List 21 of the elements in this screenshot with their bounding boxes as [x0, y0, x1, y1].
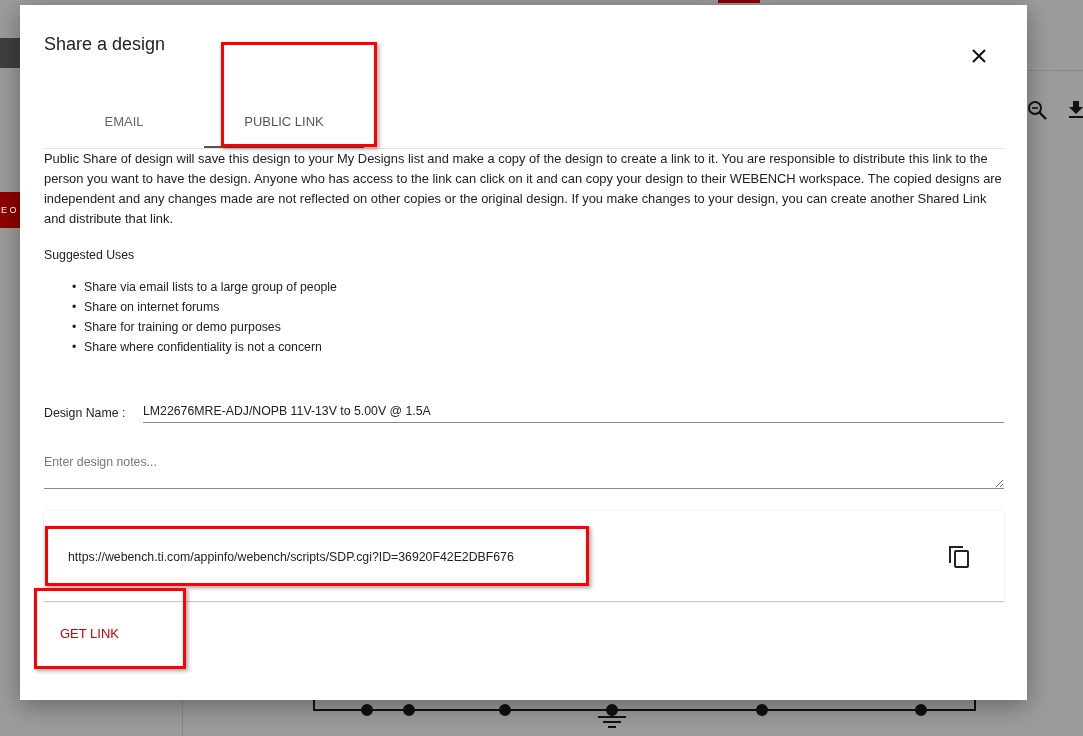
bullet: • [72, 278, 78, 296]
section-heading: Suggested Uses [44, 246, 136, 264]
tab[interactable]: PUBLIC LINK [204, 98, 364, 148]
list-item: Share on internet forums [84, 298, 220, 316]
zoom-out-icon[interactable] [1027, 100, 1049, 122]
list-item: Share where confidentiality is not a concern [84, 338, 322, 356]
field-label: Design Name : [44, 404, 127, 422]
link-url[interactable]: https://webench.ti.com/appinfo/webench/scripts/SDP.cgi?ID=36920F42E2DBF676 [68, 549, 514, 564]
download-icon[interactable] [1068, 100, 1083, 120]
copy-icon[interactable] [948, 543, 970, 568]
tab-indicator [718, 0, 760, 3]
bullet: • [72, 318, 78, 336]
list-item: Share via email lists to a large group of people [84, 278, 337, 296]
dialog-title: Share a design [44, 33, 166, 56]
list-item: Share for training or demo purposes [84, 318, 281, 336]
bullet: • [72, 298, 78, 316]
description-text: Public Share of design will save this design to your My Designs list and make a copy of the design to create a link to it. You are responsible to distribute this link to the person you want to have the design. Anyone who has access to the link can click on it and can copy your design to their WEBENCH workspace. The copied designs are independent and any changes made are not reflected on other copies or the original design. If you make changes to your design, you can create another Shared Link and distribute that link. [44, 149, 1003, 228]
bullet: • [72, 338, 78, 356]
side-button[interactable]: E O [0, 192, 20, 228]
tab[interactable]: EMAIL [44, 98, 204, 148]
get-link-button[interactable]: GET LINK [44, 615, 135, 652]
